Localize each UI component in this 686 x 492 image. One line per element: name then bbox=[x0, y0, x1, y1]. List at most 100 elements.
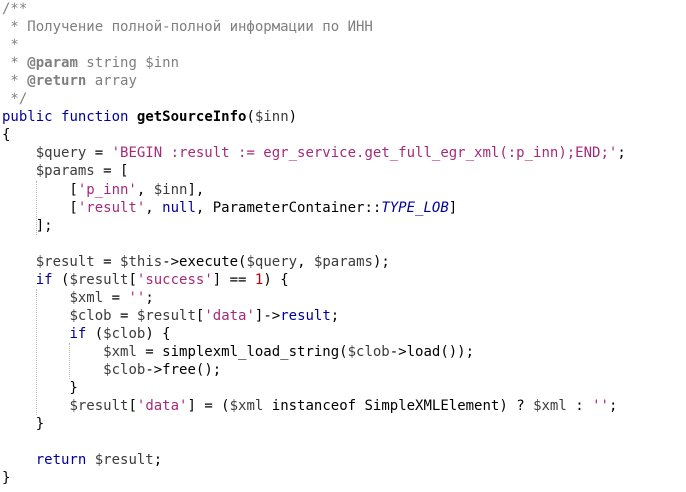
code-token: 'BEGIN :result := egr_service.get_full_e… bbox=[111, 145, 618, 162]
code-line: ]; bbox=[2, 217, 53, 235]
code-token: function bbox=[61, 109, 129, 126]
code-token: array bbox=[86, 73, 137, 90]
code-line: if ($result['success'] == 1) { bbox=[2, 271, 289, 289]
code-token: @param bbox=[27, 55, 78, 72]
code-token: } bbox=[2, 380, 78, 397]
code-line: $result['data'] = ($xml instanceof Simpl… bbox=[2, 397, 617, 415]
code-line: $xml = ''; bbox=[2, 289, 154, 307]
code-token: = bbox=[103, 289, 129, 306]
code-token: '' bbox=[592, 398, 609, 415]
code-token: */ bbox=[2, 91, 28, 108]
code-token: , bbox=[145, 199, 163, 216]
code-token: ; bbox=[617, 145, 626, 162]
code-line: $xml = simplexml_load_string($clob->load… bbox=[2, 343, 474, 361]
code-line: $query = 'BEGIN :result := egr_service.g… bbox=[2, 144, 626, 162]
code-line: * @param string $inn bbox=[2, 54, 179, 72]
code-token: $xml bbox=[103, 343, 137, 360]
indent-guide bbox=[69, 342, 71, 380]
code-token: = [ bbox=[94, 163, 129, 180]
code-editor[interactable]: /** * Получение полной-полной информации… bbox=[0, 0, 686, 492]
code-line: } bbox=[2, 379, 78, 397]
code-token: /** bbox=[2, 1, 28, 17]
code-line: } bbox=[2, 469, 10, 487]
code-token: * Получение полной-полной информации по … bbox=[2, 19, 373, 36]
code-token: ] bbox=[448, 199, 458, 216]
code-line: */ bbox=[2, 90, 27, 108]
code-token: 'data' bbox=[204, 307, 255, 324]
code-token: [ bbox=[128, 271, 137, 288]
code-line: return $result; bbox=[2, 451, 162, 469]
code-token: $result bbox=[136, 307, 196, 324]
code-token: getSourceInfo bbox=[136, 109, 247, 126]
code-token: , ParameterContainer:: bbox=[195, 199, 382, 216]
code-line: * @return array bbox=[2, 72, 137, 90]
code-token: ] = ( bbox=[187, 398, 230, 415]
code-token: ->execute( bbox=[162, 253, 247, 270]
code-line: if ($clob) { bbox=[2, 325, 170, 343]
code-token: $result bbox=[69, 398, 129, 415]
code-token: ) bbox=[288, 109, 298, 126]
code-token: : bbox=[566, 398, 593, 415]
code-token: [ bbox=[2, 181, 78, 198]
code-token: $query bbox=[35, 145, 87, 162]
code-token: ]-> bbox=[254, 307, 281, 324]
code-token: $params bbox=[313, 253, 373, 270]
code-token: , bbox=[297, 253, 314, 270]
code-token: $xml bbox=[69, 289, 104, 306]
code-token: result bbox=[280, 307, 331, 324]
code-token: 'success' bbox=[136, 271, 213, 288]
code-token: $clob bbox=[69, 307, 112, 324]
code-token: instanceof SimpleXMLElement) ? bbox=[263, 398, 534, 415]
code-token: $result bbox=[69, 271, 129, 288]
code-token: * bbox=[2, 73, 28, 90]
code-token: $result bbox=[94, 452, 154, 469]
code-token: return bbox=[35, 452, 87, 469]
code-token: = bbox=[111, 307, 137, 324]
code-token: 'result' bbox=[77, 199, 146, 216]
code-token: * bbox=[2, 55, 28, 72]
code-token: $inn bbox=[254, 109, 289, 126]
code-token: , bbox=[136, 181, 154, 198]
code-line: * bbox=[2, 36, 19, 54]
code-token: [ bbox=[2, 199, 78, 216]
code-token: if bbox=[35, 271, 53, 288]
code-token: public bbox=[2, 109, 53, 126]
code-token: ( bbox=[86, 325, 104, 342]
code-token: @return bbox=[27, 73, 87, 90]
code-token: $clob bbox=[347, 343, 390, 360]
code-token: ; bbox=[153, 452, 163, 469]
code-token: ], bbox=[187, 181, 205, 198]
code-line: $params = [ bbox=[2, 162, 129, 180]
code-token: 'p_inn' bbox=[77, 181, 137, 198]
code-token: $xml bbox=[229, 398, 264, 415]
code-token: ->free(); bbox=[145, 362, 222, 378]
code-token: $result bbox=[35, 253, 95, 270]
code-token: $clob bbox=[103, 362, 146, 378]
code-token: * bbox=[2, 37, 19, 54]
code-token: } bbox=[2, 416, 45, 433]
code-token: ->load()); bbox=[389, 343, 475, 360]
code-line: { bbox=[2, 126, 10, 144]
code-token: 'data' bbox=[136, 398, 188, 415]
code-token: = bbox=[94, 253, 121, 270]
code-token: ) { bbox=[263, 271, 289, 288]
code-token: = simplexml_load_string( bbox=[136, 343, 348, 360]
indent-guide bbox=[35, 180, 37, 235]
code-token: ( bbox=[246, 109, 255, 126]
code-line: ['p_inn', $inn], bbox=[2, 181, 204, 199]
code-line: ['result', null, ParameterContainer::TYP… bbox=[2, 199, 457, 217]
code-token: $params bbox=[35, 163, 95, 180]
code-line: $clob = $result['data']->result; bbox=[2, 307, 339, 325]
code-token: ; bbox=[145, 289, 154, 306]
indent-guide bbox=[35, 288, 37, 416]
code-line: $result = $this->execute($query, $params… bbox=[2, 253, 390, 271]
code-token: '' bbox=[128, 289, 146, 306]
code-token: string $inn bbox=[77, 55, 180, 72]
